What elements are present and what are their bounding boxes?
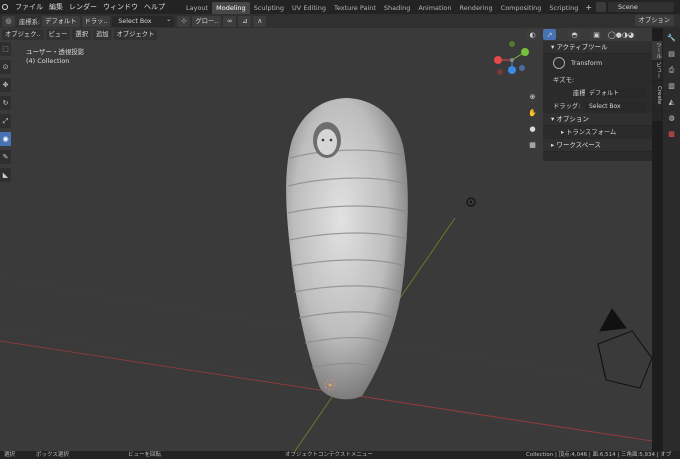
tab-uv-editing[interactable]: UV Editing [288, 2, 330, 14]
active-tool-header[interactable]: ▾ アクティブツール [543, 41, 652, 54]
tab-animation[interactable]: Animation [414, 2, 455, 14]
orientation-icon[interactable]: ⊹ [177, 15, 191, 27]
tab-rendering[interactable]: Rendering [455, 2, 496, 14]
menu-object[interactable]: オブジェクト [113, 29, 158, 40]
drag-row: ドラッグ: Select Box [543, 100, 652, 113]
tab-tool[interactable]: ツール [652, 41, 662, 61]
drag-dropdown[interactable]: ドラッ.. [81, 15, 111, 27]
tab-view[interactable]: ビュー [652, 61, 662, 81]
coord-row: 座標系: デフォルト [543, 87, 652, 100]
menu-view[interactable]: ビュー [45, 29, 71, 40]
measure-tool-icon[interactable]: ◣ [0, 168, 11, 182]
tool-props-icon[interactable]: 🔧 [666, 32, 678, 44]
tab-layout[interactable]: Layout [182, 2, 212, 14]
camera-view-icon[interactable]: ● [527, 124, 538, 135]
render-props-icon[interactable]: ▤ [666, 48, 678, 60]
menu-render[interactable]: レンダー [66, 0, 100, 14]
status-bar: 選択 ボックス選択 ビューを回転 オブジェクトコンテクストメニュー Collec… [0, 451, 680, 459]
view-name-label: ユーザー・透視投影 [26, 48, 85, 56]
tab-modeling[interactable]: Modeling [212, 1, 250, 14]
gizmo-label: ギズモ: [553, 77, 575, 84]
status-context-menu: オブジェクトコンテクストメニュー [285, 452, 373, 458]
transform-tool-icon[interactable]: ◎ [2, 15, 15, 27]
status-box-select: ボックス選択 [36, 452, 69, 458]
coord-field[interactable]: デフォルト [585, 89, 647, 98]
navigation-gizmo[interactable] [494, 41, 529, 75]
link-icon[interactable]: ∞ [223, 15, 237, 27]
scale-tool-icon[interactable]: ⤢ [0, 114, 11, 128]
menu-file[interactable]: ファイル [12, 0, 46, 14]
tab-scripting[interactable]: Scripting [545, 2, 582, 14]
select-box-tool-icon[interactable]: ⬚ [0, 42, 11, 56]
menu-select[interactable]: 選択 [72, 29, 91, 40]
sleeping-bag-mesh[interactable] [286, 98, 409, 400]
collection-label: (4) Collection [26, 57, 70, 65]
scene-props-icon[interactable]: ◭ [666, 96, 678, 108]
active-tool-row[interactable]: Transform [543, 54, 652, 74]
view-layer-icon[interactable]: ▥ [666, 80, 678, 92]
tab-shading[interactable]: Shading [380, 2, 414, 14]
tab-sculpting[interactable]: Sculpting [250, 2, 288, 14]
menu-window[interactable]: ウィンドウ [100, 0, 141, 14]
left-toolbar: ⬚ ⊙ ✥ ↻ ⤢ ◉ ✎ ◣ [0, 42, 11, 186]
transform-subpanel[interactable]: ▸ トランスフォーム [543, 126, 652, 139]
menu-add[interactable]: 追加 [92, 29, 112, 40]
camera-object[interactable] [597, 308, 652, 389]
rotate-tool-icon[interactable]: ↻ [0, 96, 11, 110]
tab-texture-paint[interactable]: Texture Paint [330, 2, 380, 14]
proportional-edit-icon[interactable]: ∧ [253, 15, 267, 27]
move-tool-icon[interactable]: ✥ [0, 78, 11, 92]
grid-view-icon[interactable]: ▦ [527, 140, 538, 151]
status-rotate-view: ビューを回転 [128, 452, 162, 458]
tab-compositing[interactable]: Compositing [497, 2, 546, 14]
texture-props-icon[interactable]: ▩ [666, 128, 678, 140]
transform-icon [553, 57, 565, 69]
workspace-header[interactable]: ▸ ワークスペース [543, 139, 652, 152]
coord-dropdown[interactable]: デフォルト [42, 15, 80, 27]
overlay-toggle-icon[interactable]: ◓ [568, 29, 581, 40]
pan-hand-icon[interactable]: ✋ [527, 108, 538, 119]
drag-select-dropdown[interactable]: Select Box [112, 14, 175, 27]
drag-field[interactable]: Select Box [585, 102, 647, 111]
properties-editor-tabs: 🔧 ▤ ⎙ ▥ ◭ ◍ ▩ [662, 28, 680, 451]
menu-edit[interactable]: 編集 [46, 0, 66, 14]
pivot-dropdown[interactable]: グロー.. [192, 15, 222, 27]
status-select: 選択 [4, 452, 16, 458]
output-props-icon[interactable]: ⎙ [666, 64, 678, 76]
scene-icon[interactable] [596, 2, 606, 12]
xray-icon[interactable]: ▣ [590, 29, 603, 40]
sidebar-tabs: ツール ビュー Create [652, 41, 662, 121]
zoom-icon[interactable]: ⊕ [527, 92, 538, 103]
visibility-icon[interactable]: ◐ [526, 29, 539, 40]
shading-modes-icon[interactable]: ◯●◑◕ [606, 29, 636, 40]
blender-logo-icon[interactable] [2, 4, 8, 10]
scene-selector[interactable]: Scene [608, 2, 674, 12]
gizmo-toggle-icon[interactable]: ↗ [543, 29, 556, 40]
tab-create[interactable]: Create [652, 81, 662, 111]
light-icon[interactable] [466, 197, 476, 207]
snap-icon[interactable]: ⊿ [238, 15, 252, 27]
viewport-header: オブジェク.. ビュー 選択 追加 オブジェクト ◐ ↗ ◓ ▣ ◯●◑◕ [0, 28, 680, 41]
cursor-tool-icon[interactable]: ⊙ [0, 60, 11, 74]
tool-header: ◎ 座標系: デフォルト ドラッ.. Select Box ⊹ グロー.. ∞ … [0, 14, 680, 28]
sidebar-panel: ▾ アクティブツール Transform ギズモ: 座標系: デフォルト ドラッ… [543, 41, 652, 161]
annotate-tool-icon[interactable]: ✎ [0, 150, 11, 164]
status-stats: Collection | 頂点:4,046 | 面:6,514 | 三角面:5,… [526, 452, 672, 458]
menu-help[interactable]: ヘルプ [141, 0, 168, 14]
options-dropdown[interactable]: オプション [634, 15, 674, 26]
options-header[interactable]: ▾ オプション [543, 113, 652, 126]
add-workspace-icon[interactable]: + [582, 3, 595, 12]
mode-dropdown[interactable]: オブジェク.. [2, 29, 44, 40]
transform-tool-active-icon[interactable]: ◉ [0, 132, 11, 146]
world-props-icon[interactable]: ◍ [666, 112, 678, 124]
top-menu-bar: ファイル 編集 レンダー ウィンドウ ヘルプ Layout Modeling S… [0, 0, 680, 14]
coord-label: 座標系: [19, 18, 41, 26]
